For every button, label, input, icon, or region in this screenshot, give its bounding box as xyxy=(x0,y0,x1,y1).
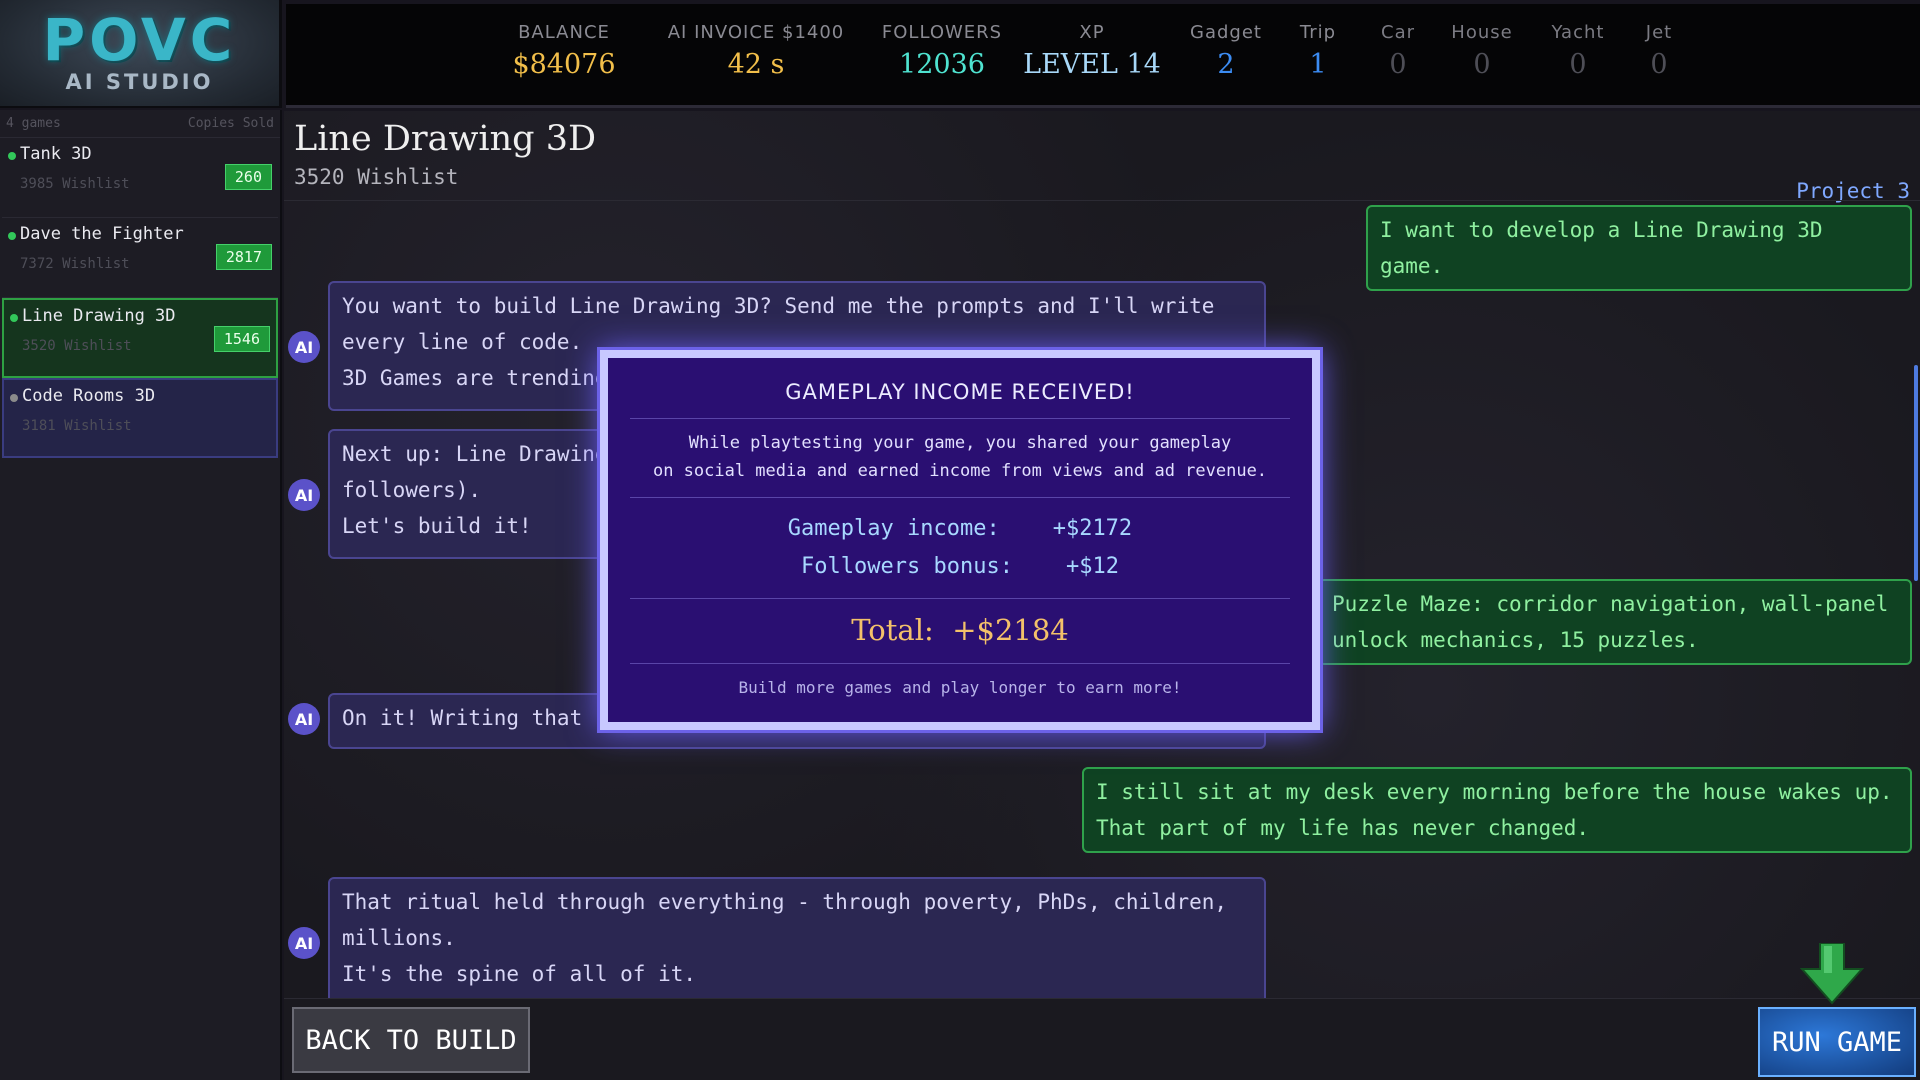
stat-balance: BALANCE $84076 xyxy=(464,22,664,80)
total-label: Total: xyxy=(851,613,934,647)
games-count: 4 games xyxy=(6,116,61,131)
logo-sub-text: AI STUDIO xyxy=(65,70,214,94)
project-header: Line Drawing 3D 3520 Wishlist Project 3 xyxy=(294,119,1910,211)
game-wishlist: 3985 Wishlist xyxy=(20,176,130,192)
stat-jet-label: Jet xyxy=(1645,22,1673,43)
game-title: Line Drawing 3D xyxy=(22,306,176,326)
stat-jet-value: 0 xyxy=(1650,49,1668,80)
modal-footer: Build more games and play longer to earn… xyxy=(738,678,1182,697)
stat-house-value: 0 xyxy=(1473,49,1491,80)
back-to-build-button[interactable]: BACK TO BUILD xyxy=(292,1007,530,1073)
stat-gadget: Gadget 2 xyxy=(1176,22,1276,80)
sidebar-header: 4 games Copies Sold xyxy=(0,110,280,138)
stat-balance-label: BALANCE xyxy=(518,22,610,43)
stat-balance-value: $84076 xyxy=(512,49,616,80)
stat-yacht-label: Yacht xyxy=(1551,22,1605,43)
chat-message-user: I still sit at my desk every morning bef… xyxy=(1082,767,1912,853)
stat-xp-label: XP xyxy=(1079,22,1105,43)
gameplay-income-modal[interactable]: GAMEPLAY INCOME RECEIVED! While playtest… xyxy=(600,350,1320,730)
stat-gadget-label: Gadget xyxy=(1190,22,1262,43)
game-wishlist: 3181 Wishlist xyxy=(22,418,132,434)
app-logo: POVC AI STUDIO xyxy=(0,0,282,108)
game-item-code-rooms-3d[interactable]: Code Rooms 3D 3181 Wishlist xyxy=(2,378,278,458)
status-dot xyxy=(10,314,18,322)
stat-yacht: Yacht 0 xyxy=(1528,22,1628,80)
stat-jet: Jet 0 xyxy=(1614,22,1704,80)
bottom-bar: BACK TO BUILD RUN GAME xyxy=(284,943,1920,1080)
copies-sold-badge: 2817 xyxy=(215,244,272,270)
stat-invoice-value: 42 s xyxy=(727,49,785,80)
modal-description: While playtesting your game, you shared … xyxy=(630,419,1290,498)
followers-bonus-row: Followers bonus: +$12 xyxy=(630,548,1290,586)
gameplay-income-row: Gameplay income: +$2172 xyxy=(630,510,1290,548)
header-divider xyxy=(284,200,1920,201)
stat-house: House 0 xyxy=(1432,22,1532,80)
stat-house-label: House xyxy=(1451,22,1513,43)
project-title: Line Drawing 3D xyxy=(294,119,597,159)
down-arrow-icon xyxy=(1800,943,1864,1005)
chat-message-user: I want to develop a Line Drawing 3D game… xyxy=(1366,205,1912,291)
ai-avatar: AI xyxy=(288,703,320,735)
followers-bonus-label: Followers bonus: xyxy=(801,554,1013,579)
modal-title: GAMEPLAY INCOME RECEIVED! xyxy=(630,380,1290,419)
status-dot xyxy=(8,232,16,240)
logo-main-text: POVC xyxy=(42,6,237,74)
game-wishlist: 3520 Wishlist xyxy=(22,338,132,354)
game-item-line-drawing-3d[interactable]: Line Drawing 3D 3520 Wishlist 1546 xyxy=(2,298,278,378)
project-wishlist: 3520 Wishlist xyxy=(294,165,459,189)
chat-message-user: Puzzle Maze: corridor navigation, wall-p… xyxy=(1318,579,1912,665)
game-title: Code Rooms 3D xyxy=(22,386,156,406)
stat-xp-value: LEVEL 14 xyxy=(1023,49,1161,80)
income-total: Total: +$2184 xyxy=(630,599,1290,664)
stat-xp: XP LEVEL 14 xyxy=(992,22,1192,80)
stat-gadget-value: 2 xyxy=(1217,49,1235,80)
income-breakdown: Gameplay income: +$2172 Followers bonus:… xyxy=(630,498,1290,599)
status-dot xyxy=(8,152,16,160)
ai-avatar: AI xyxy=(288,331,320,363)
stats-bar: BALANCE $84076 AI INVOICE $1400 42 s FOL… xyxy=(286,4,1920,108)
gameplay-income-label: Gameplay income: xyxy=(787,516,1000,541)
game-wishlist: 7372 Wishlist xyxy=(20,256,130,272)
stat-invoice-label: AI INVOICE $1400 xyxy=(667,22,845,43)
ai-avatar: AI xyxy=(288,927,320,959)
total-value: +$2184 xyxy=(952,613,1069,647)
followers-bonus-value: +$12 xyxy=(1065,554,1119,579)
copies-sold-badge: 260 xyxy=(224,164,272,190)
status-dot xyxy=(10,394,18,402)
game-title: Dave the Fighter xyxy=(20,224,184,244)
game-item-tank-3d[interactable]: Tank 3D 3985 Wishlist 260 xyxy=(2,138,278,218)
gameplay-income-value: +$2172 xyxy=(1052,516,1133,541)
games-sidebar: 4 games Copies Sold Tank 3D 3985 Wishlis… xyxy=(0,110,282,1080)
stat-ai-invoice: AI INVOICE $1400 42 s xyxy=(656,22,856,80)
chat-scrollbar[interactable] xyxy=(1914,365,1918,581)
run-game-button[interactable]: RUN GAME xyxy=(1758,1007,1916,1077)
stat-yacht-value: 0 xyxy=(1569,49,1587,80)
copies-sold-badge: 1546 xyxy=(213,326,270,352)
ai-avatar: AI xyxy=(288,479,320,511)
game-item-dave-the-fighter[interactable]: Dave the Fighter 7372 Wishlist 2817 xyxy=(2,218,278,298)
chat-message-ai: That ritual held through everything - th… xyxy=(328,877,1266,1017)
game-title: Tank 3D xyxy=(20,144,92,164)
copies-sold-header: Copies Sold xyxy=(187,116,274,131)
